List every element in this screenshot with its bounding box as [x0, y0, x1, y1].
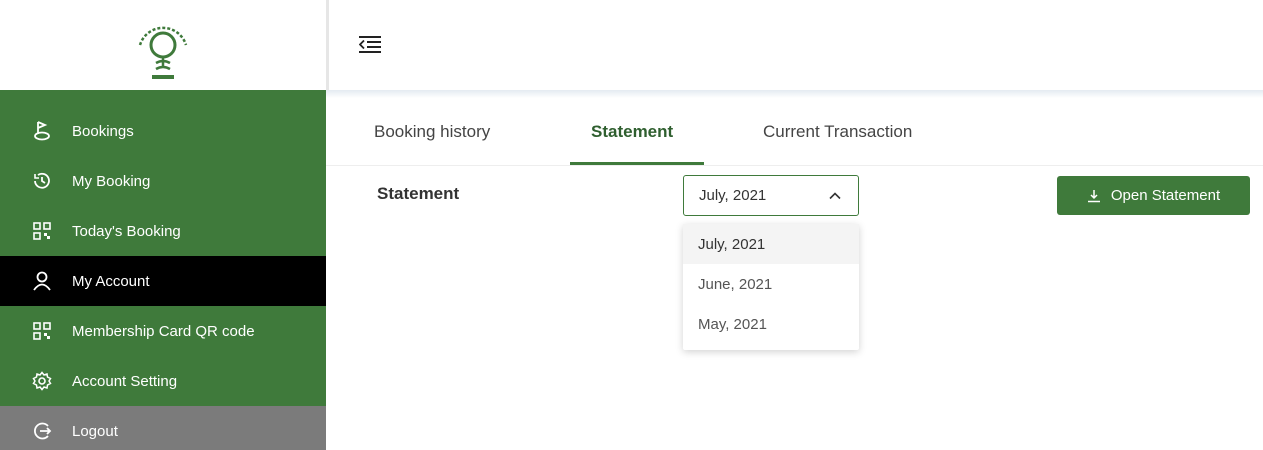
sidebar-item-label: My Account	[72, 272, 150, 290]
open-statement-button[interactable]: Open Statement	[1057, 176, 1250, 215]
open-statement-label: Open Statement	[1110, 187, 1221, 204]
sidebar-item-account-setting[interactable]: Account Setting	[0, 356, 326, 406]
tab-booking-history[interactable]: Booking history	[374, 122, 490, 142]
statement-label: Statement	[377, 184, 460, 203]
month-select[interactable]: July, 2021	[683, 175, 859, 216]
month-option[interactable]: May, 2021	[683, 304, 859, 344]
month-option[interactable]: July, 2021	[683, 224, 859, 264]
sidebar-item-my-booking[interactable]: My Booking	[0, 156, 326, 206]
sidebar-item-label: Logout	[72, 422, 118, 440]
logo-area	[0, 0, 326, 90]
tabs: Booking history Statement Current Transa…	[326, 98, 1263, 166]
sidebar-item-todays-booking[interactable]: Today's Booking	[0, 206, 326, 256]
sidebar-nav: Bookings My Booking Today's Booking My A…	[0, 106, 326, 450]
tab-current-transaction[interactable]: Current Transaction	[763, 122, 912, 142]
sidebar-item-bookings[interactable]: Bookings	[0, 106, 326, 156]
golf-ball-tee-logo-icon	[138, 26, 188, 79]
sidebar-item-my-account[interactable]: My Account	[0, 256, 326, 306]
sidebar-item-label: Membership Card QR code	[72, 322, 255, 340]
golf-flag-icon	[32, 121, 52, 141]
sidebar-item-label: Account Setting	[72, 372, 178, 390]
month-dropdown: July, 2021 June, 2021 May, 2021	[683, 224, 859, 350]
tab-statement[interactable]: Statement	[591, 122, 673, 142]
user-icon	[32, 271, 52, 291]
month-select-value: July, 2021	[699, 187, 767, 204]
active-tab-indicator	[570, 162, 704, 165]
sidebar: Bookings My Booking Today's Booking My A…	[0, 0, 326, 450]
sidebar-item-label: Today's Booking	[72, 222, 181, 240]
topbar-shadow	[326, 90, 1263, 98]
month-option[interactable]: June, 2021	[683, 264, 859, 304]
menu-collapse-icon[interactable]	[358, 36, 381, 54]
qr-code-icon	[32, 221, 52, 241]
logout-icon	[32, 421, 52, 441]
sidebar-item-label: My Booking	[72, 172, 151, 190]
sidebar-item-logout[interactable]: Logout	[0, 406, 326, 450]
chevron-up-icon	[828, 189, 842, 203]
topbar	[329, 0, 1263, 90]
gear-icon	[32, 371, 52, 391]
clock-history-icon	[32, 171, 52, 191]
download-icon	[1087, 189, 1101, 203]
qr-code-icon	[32, 321, 52, 341]
sidebar-item-label: Bookings	[72, 122, 134, 140]
sidebar-item-membership-card-qr[interactable]: Membership Card QR code	[0, 306, 326, 356]
